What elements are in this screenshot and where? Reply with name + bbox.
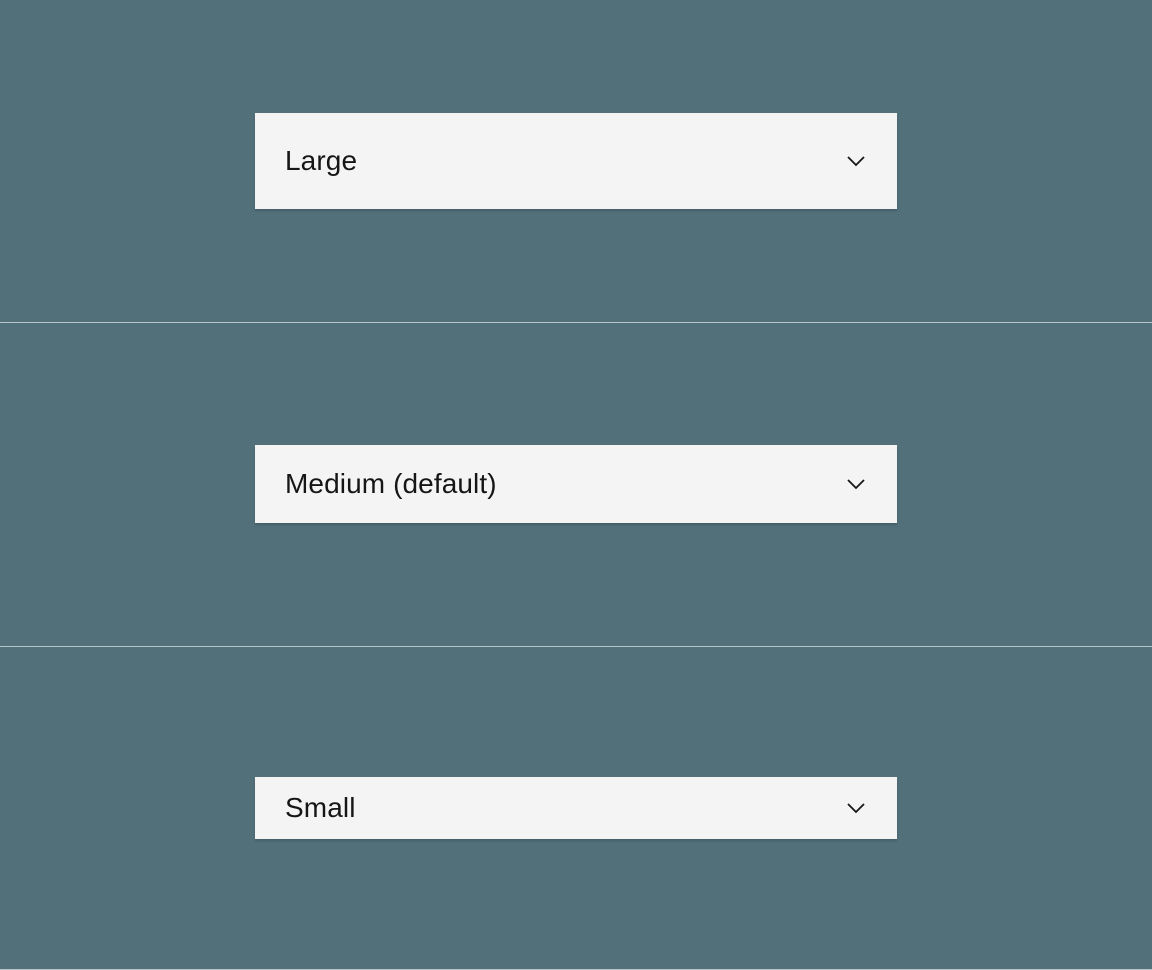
dropdown-small-label: Small	[285, 792, 356, 824]
chevron-down-icon	[843, 795, 869, 821]
panel-small: Small	[0, 647, 1152, 970]
chevron-down-icon	[843, 148, 869, 174]
dropdown-large-label: Large	[285, 145, 357, 177]
dropdown-medium-label: Medium (default)	[285, 468, 497, 500]
dropdown-medium[interactable]: Medium (default)	[255, 445, 897, 523]
panel-medium: Medium (default)	[0, 323, 1152, 646]
panel-large: Large	[0, 0, 1152, 323]
dropdown-small[interactable]: Small	[255, 777, 897, 839]
chevron-down-icon	[843, 471, 869, 497]
dropdown-large[interactable]: Large	[255, 113, 897, 209]
